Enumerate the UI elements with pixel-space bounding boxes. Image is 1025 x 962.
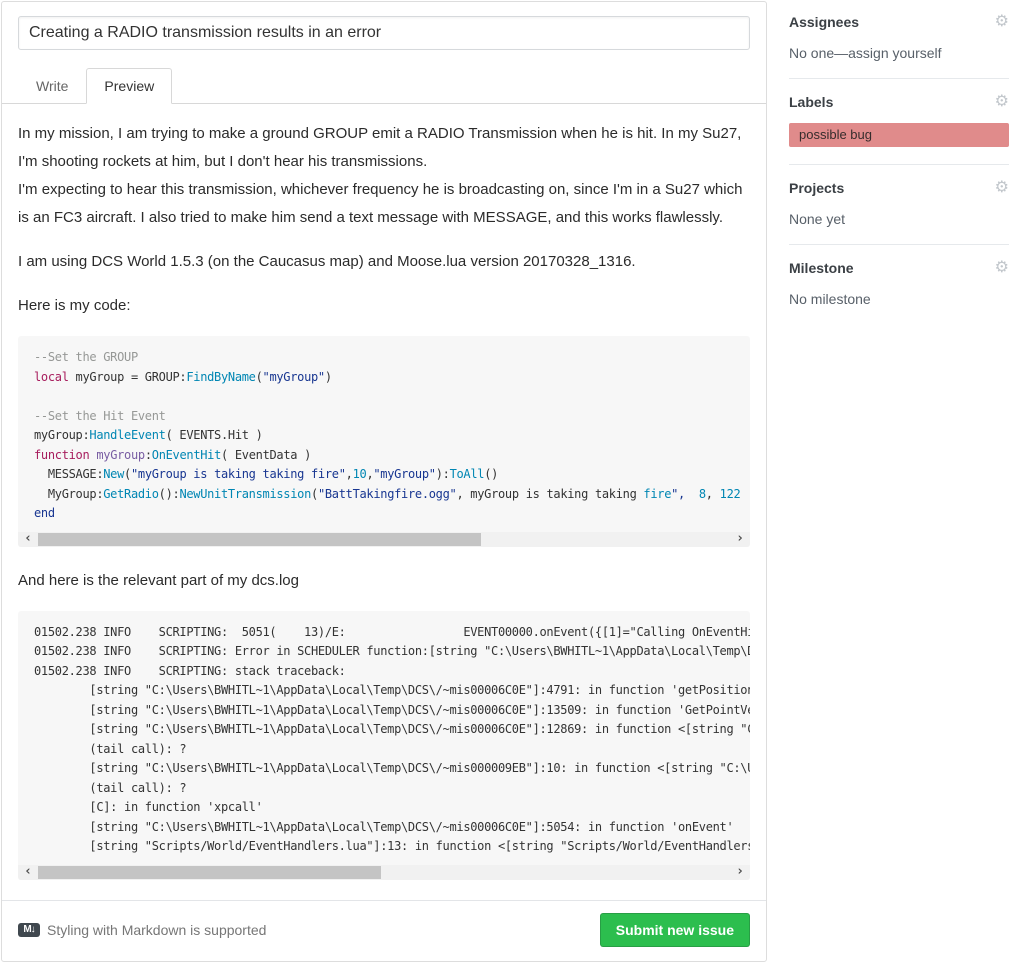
sidebar-section-labels: Labels ⚙ possible bug: [789, 94, 1009, 165]
milestone-title: Milestone: [789, 260, 854, 276]
tab-write[interactable]: Write: [18, 68, 86, 104]
projects-title: Projects: [789, 180, 844, 196]
sidebar-section-milestone: Milestone ⚙ No milestone: [789, 260, 1009, 324]
lua-code-lines: --Set the GROUPlocal myGroup = GROUP:Fin…: [18, 336, 750, 532]
gear-icon[interactable]: ⚙: [995, 180, 1009, 196]
code-line: MyGroup:GetRadio():NewUnitTransmission("…: [34, 485, 734, 505]
paragraph-mission-line1: In my mission, I am trying to make a gro…: [18, 120, 750, 176]
scroll-right-icon[interactable]: ›: [730, 865, 750, 880]
scroll-left-icon[interactable]: ‹: [18, 532, 38, 547]
markdown-icon: M↓: [18, 923, 40, 937]
gear-icon[interactable]: ⚙: [995, 14, 1009, 30]
issue-sidebar: Assignees ⚙ No one—assign yourself Label…: [789, 1, 1009, 339]
preview-body: In my mission, I am trying to make a gro…: [2, 104, 766, 880]
code-line: MESSAGE:New("myGroup is taking taking fi…: [34, 465, 734, 485]
submit-new-issue-button[interactable]: Submit new issue: [600, 913, 750, 947]
code-line: --Set the GROUP: [34, 348, 734, 368]
gear-icon[interactable]: ⚙: [995, 260, 1009, 276]
log-line: 01502.238 INFO SCRIPTING: 5051( 13)/E: E…: [34, 623, 734, 643]
issue-title-input[interactable]: [18, 16, 750, 50]
log-line: 01502.238 INFO SCRIPTING: Error in SCHED…: [34, 642, 734, 662]
log-line: [C]: in function 'xpcall': [34, 798, 734, 818]
form-footer: M↓ Styling with Markdown is supported Su…: [2, 900, 766, 961]
labels-title: Labels: [789, 94, 833, 110]
scroll-left-icon[interactable]: ‹: [18, 865, 38, 880]
code-line: myGroup:HandleEvent( EVENTS.Hit ): [34, 426, 734, 446]
log-line: [string "C:\Users\BWHITL~1\AppData\Local…: [34, 701, 734, 721]
log-line: (tail call): ?: [34, 740, 734, 760]
code-line: local myGroup = GROUP:FindByName("myGrou…: [34, 368, 734, 388]
log-scrollbar-thumb[interactable]: [38, 866, 381, 879]
projects-value: None yet: [789, 211, 1009, 227]
log-line: [string "C:\Users\BWHITL~1\AppData\Local…: [34, 818, 734, 838]
log-code-lines: 01502.238 INFO SCRIPTING: 5051( 13)/E: E…: [18, 611, 750, 865]
log-code-block: 01502.238 INFO SCRIPTING: 5051( 13)/E: E…: [18, 611, 750, 880]
log-line: [string "C:\Users\BWHITL~1\AppData\Local…: [34, 681, 734, 701]
scroll-right-icon[interactable]: ›: [730, 532, 750, 547]
paragraph-code-intro: Here is my code:: [18, 292, 750, 320]
code-line: --Set the Hit Event: [34, 407, 734, 427]
lua-code-scrollbar[interactable]: ‹ ›: [18, 532, 750, 547]
gear-icon[interactable]: ⚙: [995, 94, 1009, 110]
markdown-support-note: M↓ Styling with Markdown is supported: [18, 922, 266, 938]
log-code-scrollbar[interactable]: ‹ ›: [18, 865, 750, 880]
tab-preview[interactable]: Preview: [86, 68, 172, 104]
markdown-note-text: Styling with Markdown is supported: [47, 922, 266, 938]
paragraph-versions: I am using DCS World 1.5.3 (on the Cauca…: [18, 248, 750, 276]
milestone-value: No milestone: [789, 291, 1009, 307]
write-preview-tab-bar: Write Preview: [2, 68, 766, 104]
paragraph-mission: In my mission, I am trying to make a gro…: [18, 120, 750, 232]
assignees-value[interactable]: No one—assign yourself: [789, 45, 1009, 61]
new-issue-page: Write Preview In my mission, I am trying…: [0, 0, 1025, 962]
log-line: [string "C:\Users\BWHITL~1\AppData\Local…: [34, 720, 734, 740]
paragraph-log-intro: And here is the relevant part of my dcs.…: [18, 567, 750, 595]
lua-scrollbar-track[interactable]: [38, 532, 730, 547]
code-line: function myGroup:OnEventHit( EventData ): [34, 446, 734, 466]
sidebar-section-assignees: Assignees ⚙ No one—assign yourself: [789, 14, 1009, 79]
log-line: (tail call): ?: [34, 779, 734, 799]
code-line: end: [34, 504, 734, 524]
label-chip-possible-bug: possible bug: [789, 123, 1009, 147]
paragraph-mission-line2: I'm expecting to hear this transmission,…: [18, 176, 750, 232]
lua-code-block: --Set the GROUPlocal myGroup = GROUP:Fin…: [18, 336, 750, 547]
log-line: 01502.238 INFO SCRIPTING: stack tracebac…: [34, 662, 734, 682]
log-scrollbar-track[interactable]: [38, 865, 730, 880]
code-line: [34, 387, 734, 407]
issue-form-panel: Write Preview In my mission, I am trying…: [1, 1, 767, 962]
lua-scrollbar-thumb[interactable]: [38, 533, 481, 546]
sidebar-section-projects: Projects ⚙ None yet: [789, 180, 1009, 245]
log-line: [string "C:\Users\BWHITL~1\AppData\Local…: [34, 759, 734, 779]
assignees-title: Assignees: [789, 14, 859, 30]
log-line: [string "Scripts/World/EventHandlers.lua…: [34, 837, 734, 857]
